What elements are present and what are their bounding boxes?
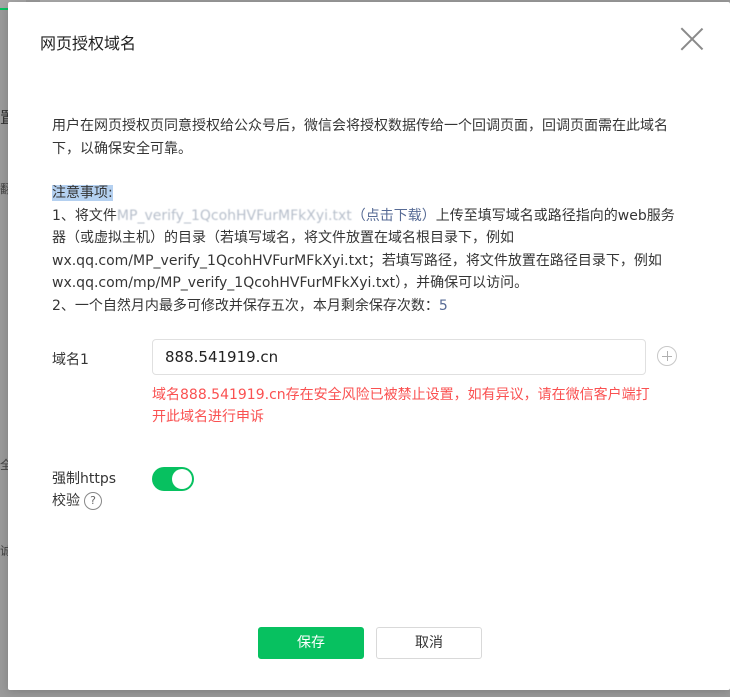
cancel-button[interactable]: 取消	[376, 627, 482, 659]
remaining-count: 5	[438, 297, 448, 314]
domain-input[interactable]	[152, 339, 646, 375]
https-toggle[interactable]	[152, 467, 194, 491]
close-icon[interactable]	[680, 27, 704, 51]
domain-auth-dialog: 网页授权域名 用户在网页授权页同意授权给公众号后，微信会将授权数据传给一个回调页…	[8, 2, 730, 690]
help-icon[interactable]: ?	[84, 492, 102, 510]
notes-heading: 注意事项:	[52, 185, 113, 201]
verify-file-name[interactable]: MP_verify_1QcohHVFurMFkXyi.txt	[117, 208, 352, 224]
download-link[interactable]: （点击下载）	[352, 208, 436, 224]
note-item-1: 1、将文件MP_verify_1QcohHVFurMFkXyi.txt（点击下载…	[52, 207, 675, 292]
dialog-title: 网页授权域名	[40, 34, 137, 53]
intro-text: 用户在网页授权页同意授权给公众号后，微信会将授权数据传给一个回调页面，回调页面需…	[52, 118, 668, 157]
note-item-2: 2、一个自然月内最多可修改并保存五次，本月剩余保存次数：5	[52, 297, 448, 314]
domain-label: 域名1	[52, 352, 89, 368]
notes-section: 注意事项: 1、将文件MP_verify_1QcohHVFurMFkXyi.tx…	[52, 182, 677, 317]
https-label: 强制https 校验?	[52, 471, 117, 510]
add-domain-icon[interactable]	[657, 346, 677, 366]
save-button[interactable]: 保存	[258, 627, 364, 659]
domain-error-message: 域名888.541919.cn存在安全风险已被禁止设置，如有异议，请在微信客户端…	[152, 387, 650, 425]
toggle-knob	[172, 469, 192, 489]
